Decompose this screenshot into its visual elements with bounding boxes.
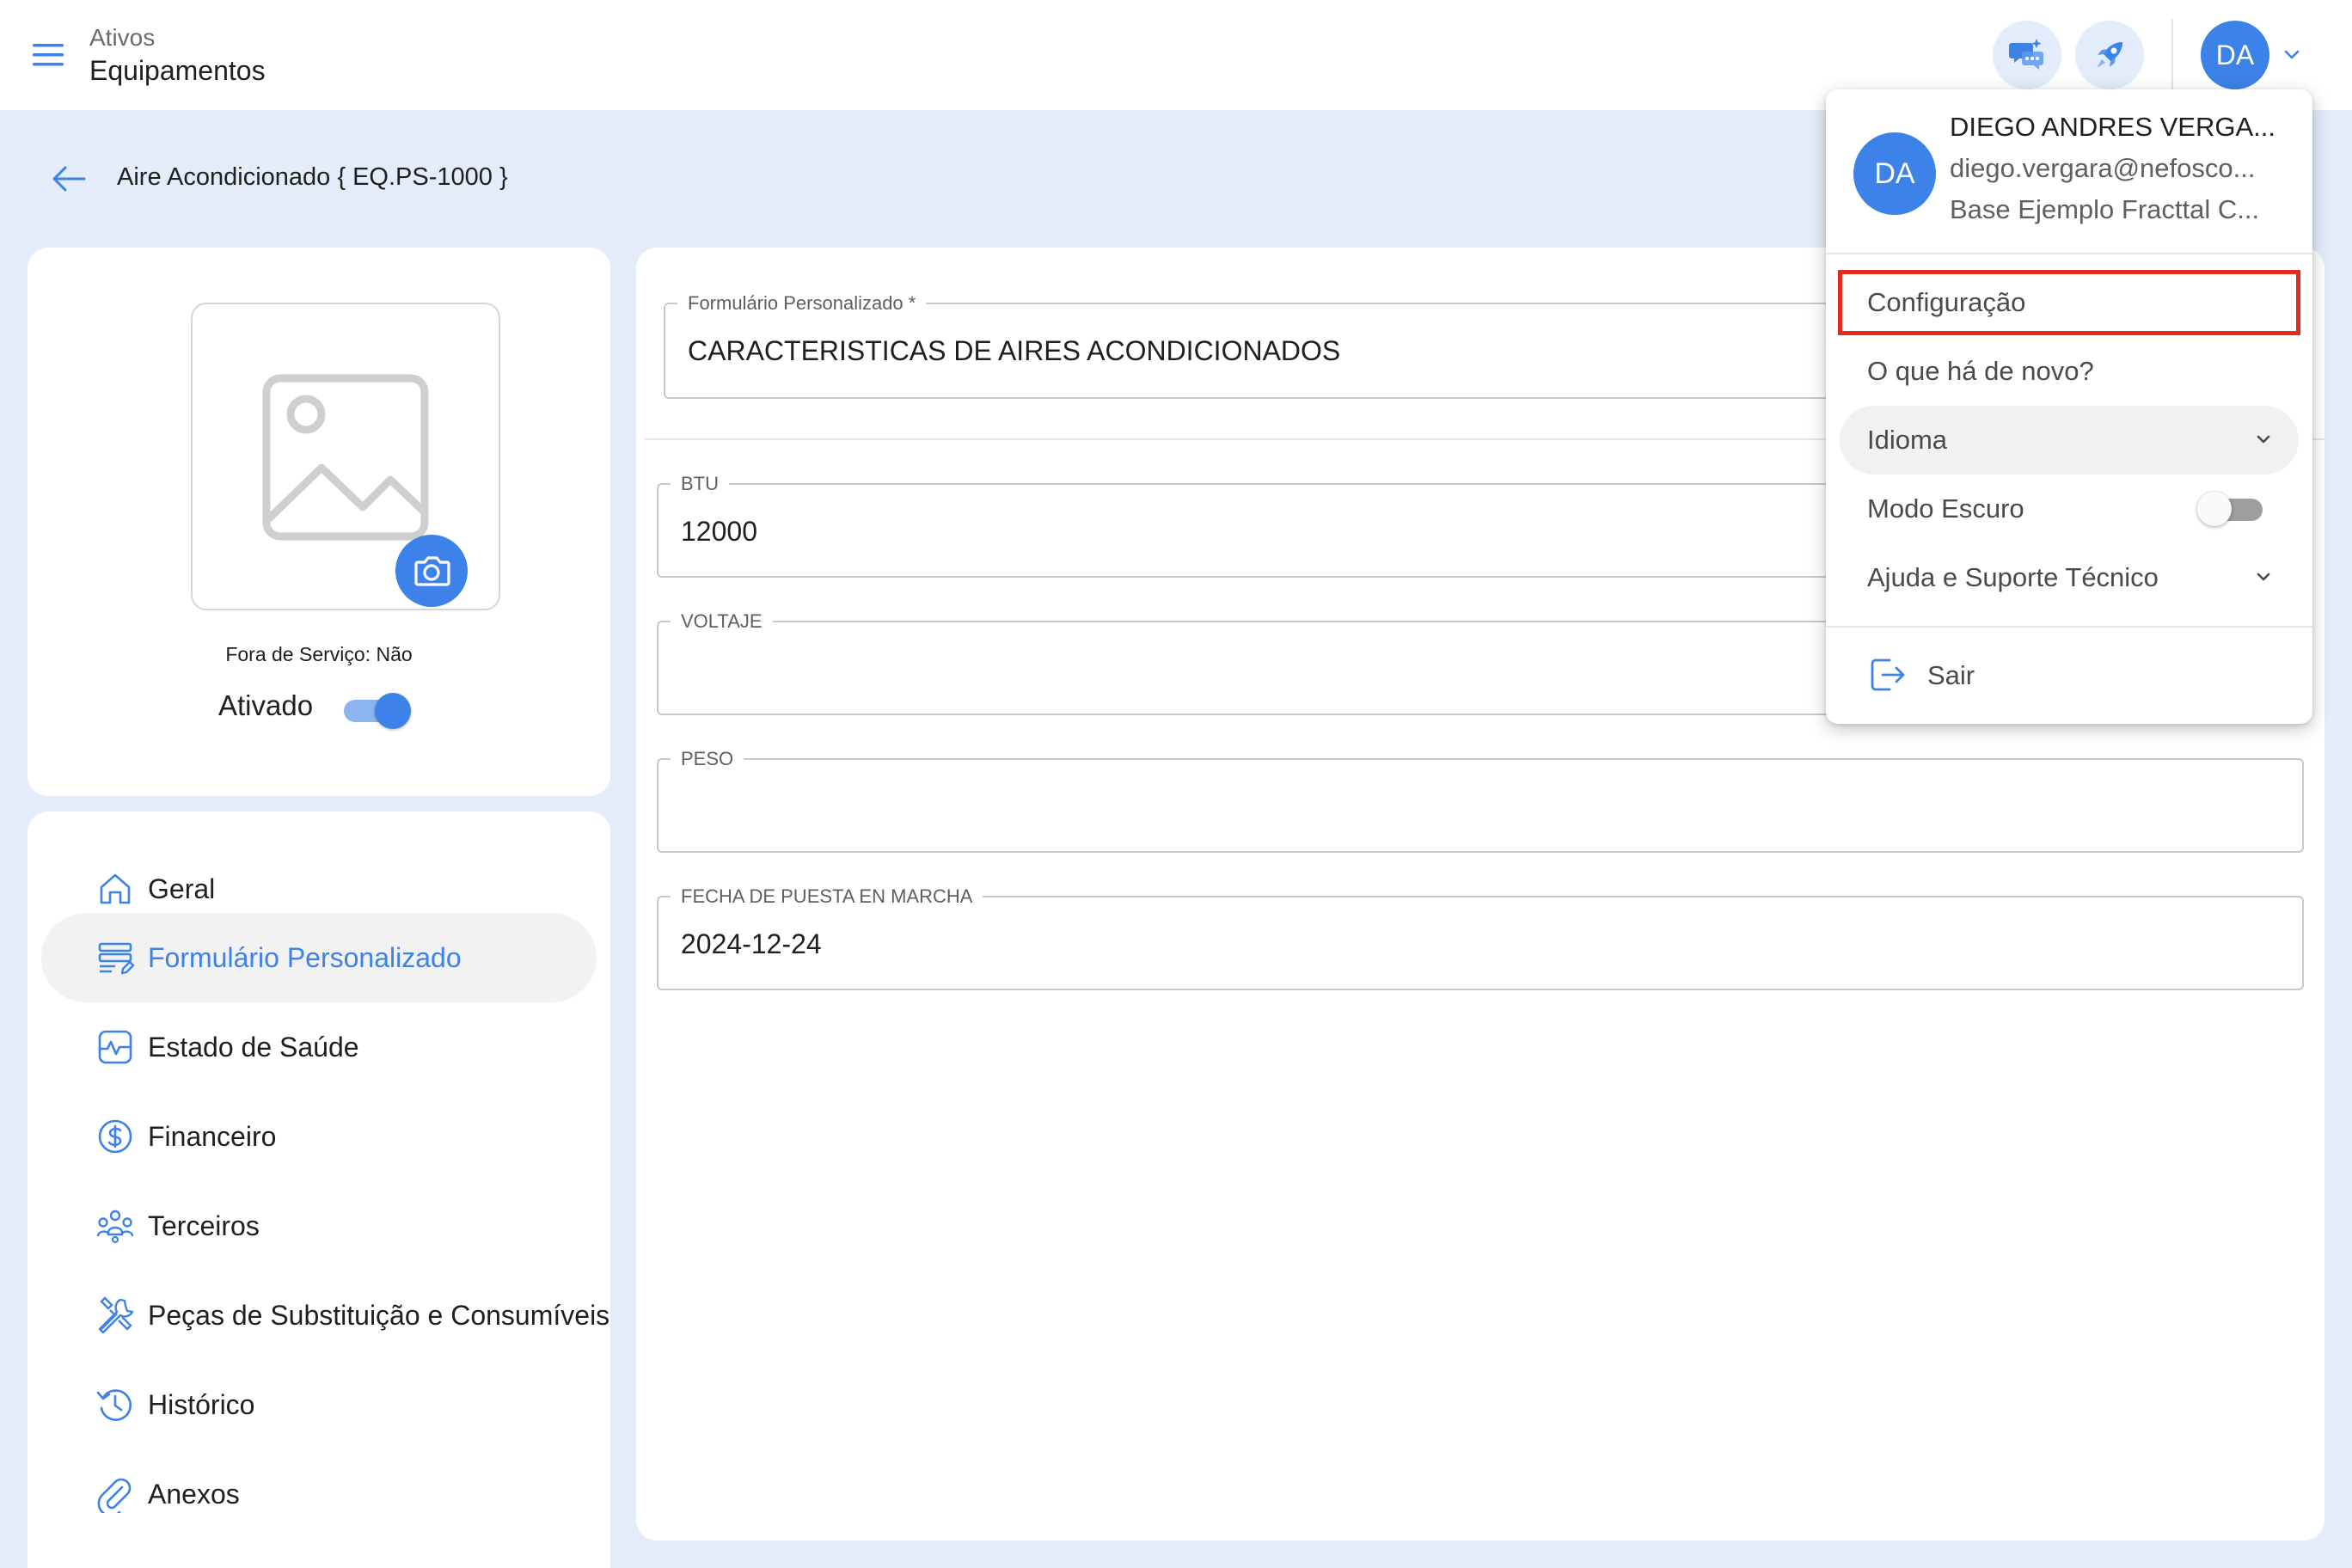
menu-item-label: Modo Escuro bbox=[1867, 493, 2024, 524]
nav-label: Estado de Saúde bbox=[148, 1031, 359, 1063]
user-menu-dropdown: DA DIEGO ANDRES VERGA... diego.vergara@n… bbox=[1826, 89, 2312, 724]
user-company: Base Ejemplo Fracttal C... bbox=[1950, 194, 2260, 224]
nav-label: Financeiro bbox=[148, 1120, 277, 1152]
attachment-icon bbox=[97, 1478, 132, 1513]
chevron-down-icon bbox=[2257, 435, 2270, 444]
nav-item-custom-form[interactable]: Formulário Personalizado bbox=[41, 913, 597, 1002]
out-of-service-status: Fora de Serviço: Não bbox=[225, 643, 413, 665]
hamburger-menu-icon[interactable] bbox=[31, 38, 65, 72]
menu-item-dark-mode[interactable]: Modo Escuro bbox=[1840, 475, 2299, 543]
field-label: Formulário Personalizado * bbox=[677, 292, 927, 315]
image-placeholder-icon bbox=[262, 374, 429, 541]
nav-label: Histórico bbox=[148, 1388, 255, 1420]
chat-sparkle-icon bbox=[2009, 39, 2043, 70]
start-date-field[interactable]: FECHA DE PUESTA EN MARCHA 2024-12-24 bbox=[657, 885, 2304, 990]
home-icon bbox=[100, 873, 131, 904]
toolbar-divider bbox=[2171, 19, 2173, 91]
nav-item-attachments[interactable]: Anexos bbox=[41, 1449, 597, 1539]
toggle-thumb bbox=[2197, 492, 2232, 526]
rocket-button[interactable] bbox=[2075, 21, 2144, 89]
chevron-down-icon[interactable] bbox=[2282, 46, 2302, 64]
field-label: BTU bbox=[671, 473, 729, 495]
user-menu-avatar: DA bbox=[1853, 132, 1936, 215]
field-label: FECHA DE PUESTA EN MARCHA bbox=[671, 885, 983, 908]
menu-item-label: Idioma bbox=[1867, 425, 1948, 455]
toggle-thumb bbox=[375, 693, 411, 729]
asset-nav-menu: Geral Formulário Personalizado Estado de… bbox=[28, 812, 610, 1568]
logout-icon[interactable] bbox=[1867, 655, 1907, 695]
nav-label: Geral bbox=[148, 873, 216, 904]
user-avatar[interactable]: DA bbox=[2201, 21, 2269, 89]
nav-item-third-parties[interactable]: Terceiros bbox=[41, 1181, 597, 1271]
dark-mode-toggle[interactable] bbox=[2197, 492, 2266, 526]
field-value: CARACTERISTICAS DE AIRES ACONDICIONADOS bbox=[688, 335, 1341, 366]
menu-item-help[interactable]: Ajuda e Suporte Técnico bbox=[1840, 543, 2299, 612]
asset-summary-card: Fora de Serviço: Não Ativado bbox=[28, 248, 610, 796]
menu-item-label: Ajuda e Suporte Técnico bbox=[1867, 562, 2159, 592]
menu-divider bbox=[1826, 626, 2312, 628]
menu-divider bbox=[1826, 253, 2312, 254]
rocket-icon bbox=[2097, 42, 2122, 68]
nav-label: Formulário Personalizado bbox=[148, 941, 462, 973]
menu-item-label: O que há de novo? bbox=[1867, 356, 2094, 386]
nav-label: Anexos bbox=[148, 1478, 240, 1510]
tools-icon bbox=[98, 1296, 134, 1334]
field-value: 2024-12-24 bbox=[681, 928, 822, 959]
nav-item-history[interactable]: Histórico bbox=[41, 1360, 597, 1449]
field-value: 12000 bbox=[681, 516, 757, 547]
nav-label: Terceiros bbox=[148, 1210, 260, 1241]
back-arrow-icon[interactable] bbox=[50, 163, 88, 194]
user-name: DIEGO ANDRES VERGA... bbox=[1950, 112, 2275, 142]
breadcrumb-current: Equipamentos bbox=[89, 55, 266, 86]
history-icon bbox=[96, 1389, 132, 1421]
field-label: VOLTAJE bbox=[671, 610, 773, 633]
menu-item-language[interactable]: Idioma bbox=[1840, 406, 2299, 475]
settings-highlight-box bbox=[1838, 270, 2300, 335]
nav-item-financial[interactable]: Financeiro bbox=[41, 1092, 597, 1181]
active-toggle[interactable] bbox=[340, 691, 411, 729]
page-title: Aire Acondicionado { EQ.PS-1000 } bbox=[117, 163, 508, 191]
nav-item-health[interactable]: Estado de Saúde bbox=[41, 1002, 597, 1092]
form-icon bbox=[98, 942, 134, 975]
user-email: diego.vergara@nefosco... bbox=[1950, 153, 2256, 183]
nav-item-spare-parts[interactable]: Peças de Substituição e Consumíveis bbox=[41, 1271, 609, 1360]
field-label: PESO bbox=[671, 748, 744, 770]
weight-field[interactable]: PESO bbox=[657, 748, 2304, 853]
nav-label: Peças de Substituição e Consumíveis bbox=[148, 1299, 610, 1331]
upload-photo-button[interactable] bbox=[395, 535, 468, 607]
breadcrumb-parent[interactable]: Ativos bbox=[89, 24, 155, 52]
menu-item-whats-new[interactable]: O que há de novo? bbox=[1840, 337, 2299, 406]
dollar-icon bbox=[98, 1119, 132, 1154]
logout-button[interactable]: Sair bbox=[1927, 660, 1975, 691]
camera-icon bbox=[414, 556, 450, 586]
health-icon bbox=[98, 1030, 132, 1064]
active-label: Ativado bbox=[218, 689, 314, 721]
chat-ai-button[interactable] bbox=[1993, 21, 2061, 89]
people-icon bbox=[96, 1210, 134, 1244]
chevron-down-icon bbox=[2257, 573, 2270, 581]
